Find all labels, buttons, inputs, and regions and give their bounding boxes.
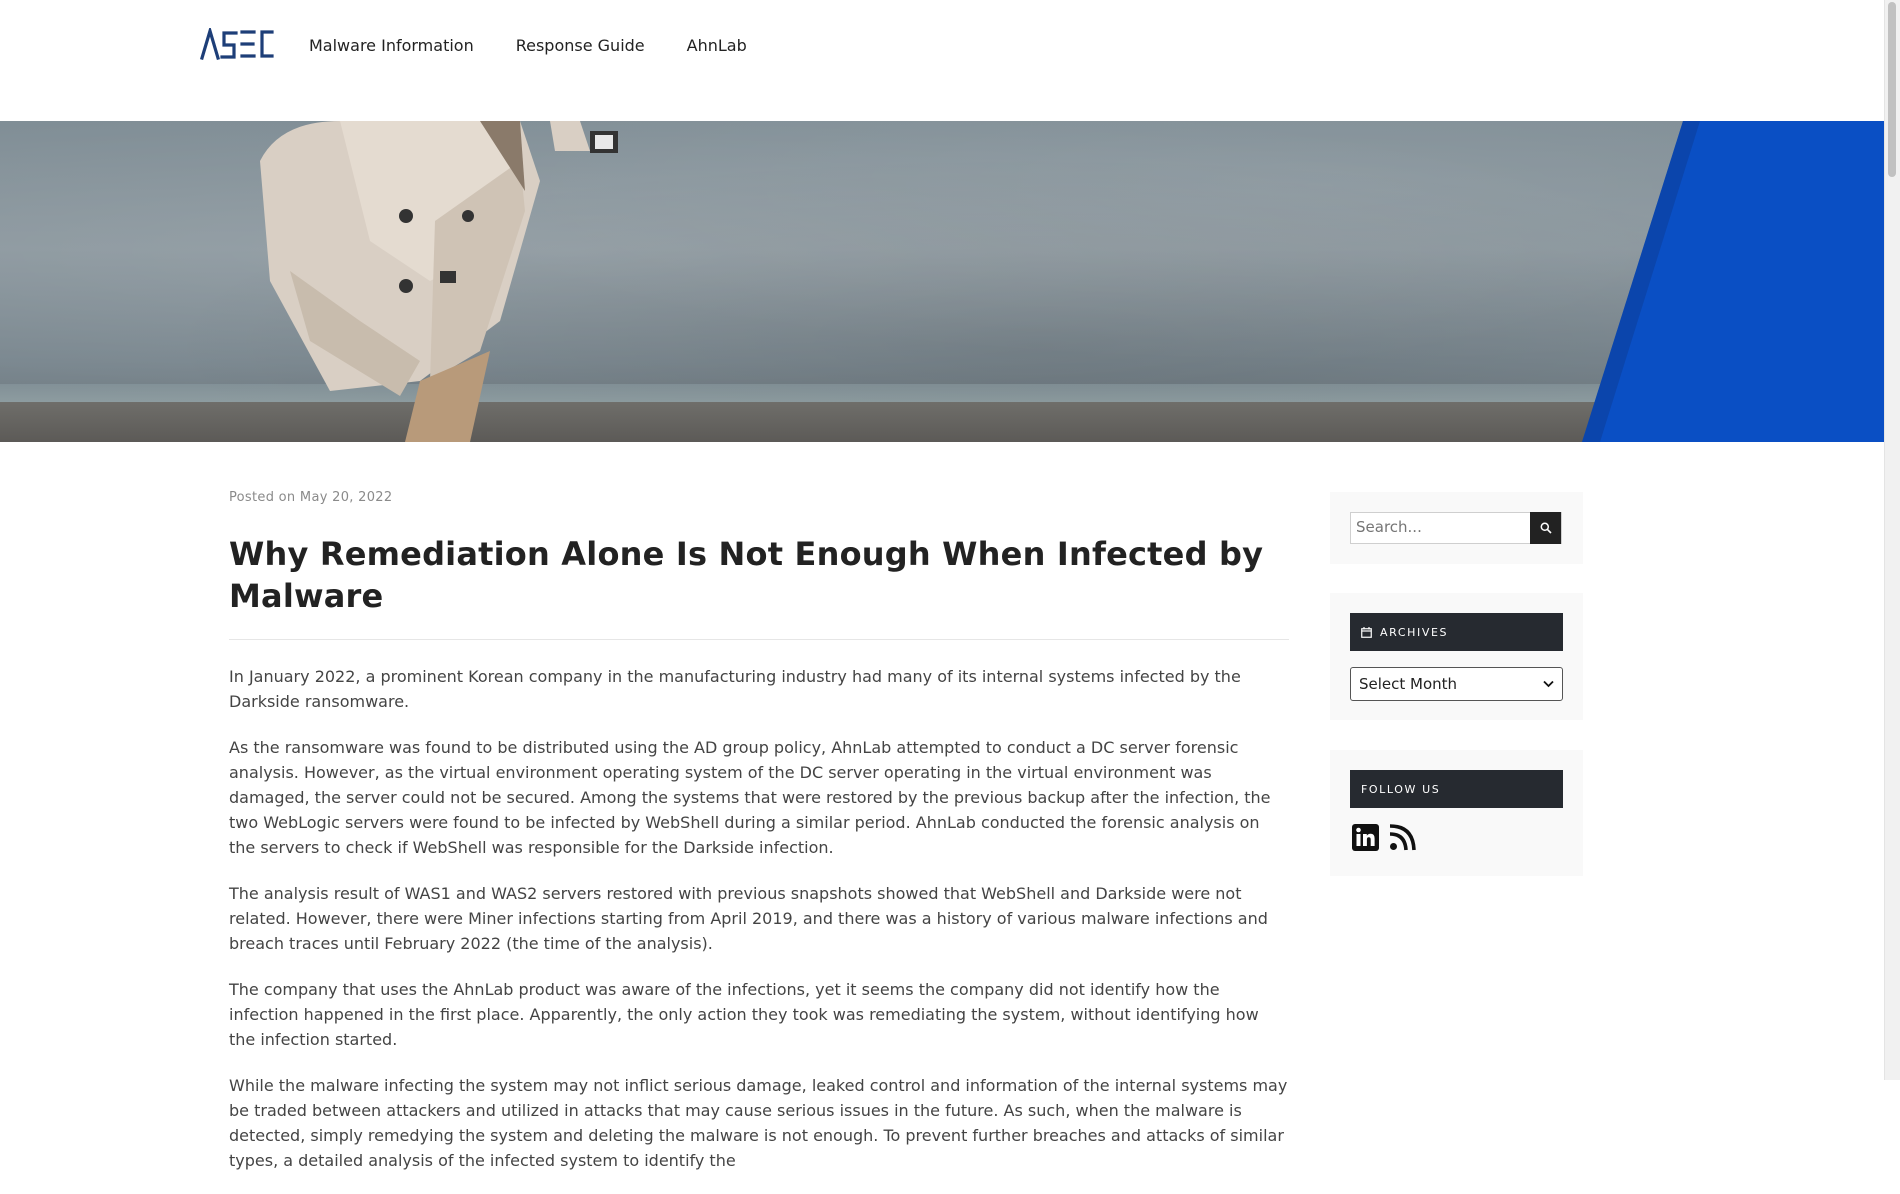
follow-widget: FOLLOW US [1330,750,1583,876]
nav-malware-information[interactable]: Malware Information [309,34,474,58]
archives-select-value: Select Month [1359,675,1458,693]
page-scrollbar[interactable] [1884,0,1900,1080]
article-paragraph: In January 2022, a prominent Korean comp… [229,667,1241,711]
follow-title: FOLLOW US [1361,782,1441,796]
archives-title: ARCHIVES [1380,625,1449,639]
search-button[interactable] [1530,512,1561,544]
search-form [1350,512,1562,544]
archives-month-select[interactable]: Select Month [1350,667,1563,701]
nav-response-guide[interactable]: Response Guide [516,34,645,58]
asec-logo[interactable] [200,28,274,60]
article-paragraph: As the ransomware was found to be distri… [229,738,1271,857]
linkedin-icon[interactable] [1352,824,1379,851]
archives-header: ARCHIVES [1350,613,1563,651]
post-date-link[interactable]: May 20, 2022 [300,490,393,505]
hero-banner [0,121,1885,442]
site-header: Malware Information Response Guide AhnLa… [0,0,1885,121]
article-paragraph: While the malware infecting the system m… [229,1076,1288,1170]
main-nav: Malware Information Response Guide AhnLa… [309,34,789,58]
article: Posted on May 20, 2022 Why Remediation A… [229,490,1289,1194]
article-title: Why Remediation Alone Is Not Enough When… [229,535,1264,615]
chevron-down-icon [1543,680,1554,688]
article-paragraph: The analysis result of WAS1 and WAS2 ser… [229,884,1268,953]
search-widget [1330,492,1583,564]
search-icon [1540,522,1552,534]
calendar-icon [1361,626,1372,638]
article-paragraph: The company that uses the AhnLab product… [229,980,1259,1049]
follow-header: FOLLOW US [1350,770,1563,808]
title-divider [229,639,1289,640]
rss-icon[interactable] [1389,824,1416,851]
nav-ahnlab[interactable]: AhnLab [687,34,747,58]
social-links [1352,824,1416,851]
search-input[interactable] [1351,513,1536,541]
posted-label: Posted on [229,490,296,505]
archives-widget: ARCHIVES Select Month [1330,593,1583,720]
scrollbar-thumb[interactable] [1888,2,1896,177]
post-meta: Posted on May 20, 2022 [229,490,1289,505]
hero-person-image [260,121,618,442]
